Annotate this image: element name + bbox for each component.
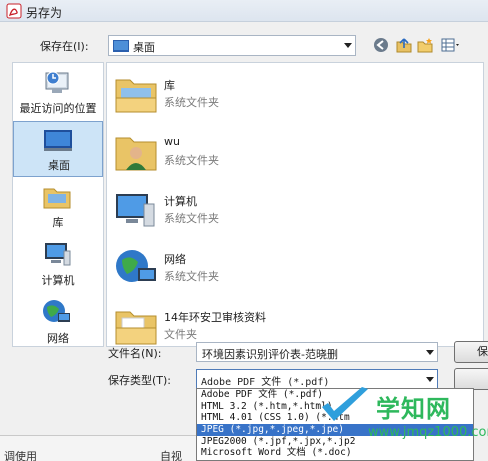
- place-network[interactable]: 网络: [13, 295, 103, 351]
- new-folder-icon[interactable]: [416, 36, 434, 54]
- place-library[interactable]: 库: [13, 179, 103, 235]
- computer-icon: [116, 194, 155, 227]
- file-name: wu: [164, 135, 180, 148]
- watermark-url: www.jmqz1000.com: [368, 425, 488, 440]
- window-title: 另存为: [26, 6, 63, 20]
- recent-places-icon: [45, 71, 69, 93]
- network-icon: [116, 250, 156, 282]
- file-type: 系统文件夹: [164, 212, 219, 225]
- network-icon: [43, 300, 70, 322]
- watermark-title: 学知网: [376, 395, 451, 423]
- chevron-down-icon[interactable]: [426, 377, 434, 382]
- place-label: 最近访问的位置: [19, 102, 97, 115]
- strip-left-text: 调使用: [4, 450, 37, 461]
- place-desktop[interactable]: 桌面: [13, 121, 103, 177]
- file-item[interactable]: 库 系统文件夹: [107, 67, 483, 125]
- file-type: 系统文件夹: [164, 154, 219, 167]
- file-item[interactable]: 计算机 系统文件夹: [107, 183, 483, 241]
- filename-input[interactable]: 环境因素识别评价表-范晓删: [196, 342, 438, 362]
- place-recent[interactable]: 最近访问的位置: [13, 65, 103, 121]
- place-label: 计算机: [41, 274, 75, 287]
- place-computer[interactable]: 计算机: [13, 237, 103, 293]
- check-arrow-icon: [322, 387, 368, 421]
- place-label: 桌面: [48, 159, 70, 172]
- desktop-small-icon: [113, 40, 129, 52]
- location-label: 保存在(I):: [40, 40, 89, 53]
- filename-label: 文件名(N):: [108, 347, 162, 360]
- library-icon: [43, 188, 71, 209]
- file-list: 库 系统文件夹 wu 系统文件夹 计算机 系统文件夹 网络 系统文件夹 14年环…: [106, 62, 484, 347]
- user-folder-icon: [115, 137, 157, 171]
- places-bar: 最近访问的位置 桌面 库 计算机 网络: [12, 62, 104, 347]
- view-menu-icon[interactable]: [440, 36, 462, 54]
- place-label: 库: [52, 216, 64, 229]
- library-folder-icon: [115, 79, 157, 113]
- computer-icon: [45, 243, 71, 266]
- back-icon[interactable]: [372, 36, 390, 54]
- file-type: 系统文件夹: [164, 96, 219, 109]
- chevron-down-icon[interactable]: [426, 350, 434, 355]
- file-type: 文件夹: [164, 328, 197, 341]
- up-folder-icon[interactable]: [395, 36, 413, 54]
- save-button[interactable]: 保: [454, 341, 488, 363]
- chevron-down-icon[interactable]: [344, 43, 352, 48]
- file-item[interactable]: wu 系统文件夹: [107, 125, 483, 183]
- file-name: 网络: [164, 253, 186, 266]
- strip-right-text: 自视: [160, 450, 182, 461]
- file-name: 计算机: [164, 195, 197, 208]
- file-item[interactable]: 网络 系统文件夹: [107, 241, 483, 299]
- folder-icon: [115, 311, 157, 345]
- file-name: 库: [164, 79, 175, 92]
- watermark: 学知网 www.jmqz1000.com: [318, 385, 488, 457]
- filename-value: 环境因素识别评价表-范晓删: [202, 348, 338, 361]
- background-window-strip: 调使用 自视: [0, 435, 196, 461]
- pdf-app-icon: [6, 3, 22, 19]
- filetype-value: Adobe PDF 文件 (*.pdf): [201, 377, 330, 388]
- filetype-label: 保存类型(T):: [108, 374, 172, 387]
- title-bar: 另存为: [0, 0, 488, 22]
- location-combo[interactable]: 桌面: [108, 35, 356, 56]
- location-value: 桌面: [133, 41, 155, 54]
- file-type: 系统文件夹: [164, 270, 219, 283]
- file-name: 14年环安卫审核资料: [164, 311, 266, 324]
- place-label: 网络: [47, 332, 69, 345]
- desktop-icon: [44, 130, 72, 151]
